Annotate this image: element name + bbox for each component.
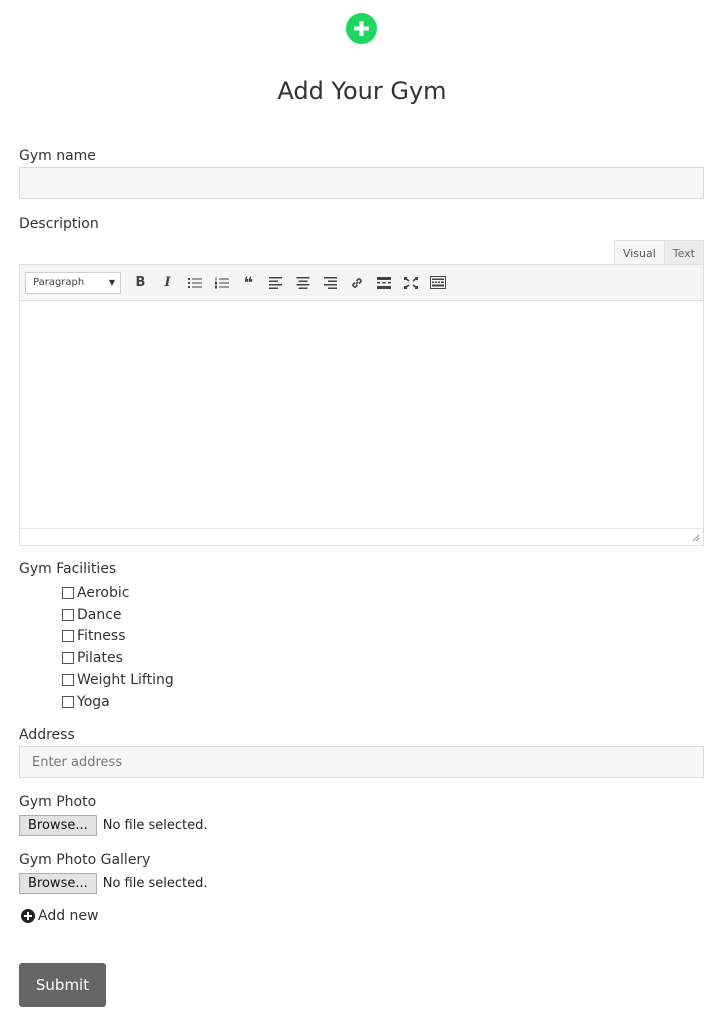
blockquote-icon: ❝ [243, 273, 254, 292]
read-more-button[interactable] [370, 270, 397, 296]
numbered-list-button[interactable] [208, 270, 235, 296]
facility-option-weight-lifting[interactable]: Weight Lifting [62, 669, 174, 691]
gym-photo-label: Gym Photo [19, 794, 97, 810]
address-label: Address [19, 727, 75, 743]
facility-option-yoga[interactable]: Yoga [62, 691, 174, 713]
align-center-button[interactable] [289, 270, 316, 296]
address-input[interactable] [19, 746, 704, 778]
add-new-label: Add new [38, 908, 99, 924]
plus-circle-icon [21, 909, 35, 923]
editor-mode-tabs: Visual Text [613, 240, 704, 265]
bulleted-list-button[interactable] [181, 270, 208, 296]
italic-icon: I [164, 275, 171, 290]
read-more-icon [376, 276, 391, 289]
resize-handle-icon[interactable] [691, 533, 700, 542]
facilities-checkbox-list: Aerobic Dance Fitness Pilates Weight Lif… [62, 582, 174, 713]
facility-option-dance[interactable]: Dance [62, 604, 174, 626]
align-right-button[interactable] [316, 270, 343, 296]
gym-photo-gallery-label: Gym Photo Gallery [19, 852, 151, 868]
link-icon [351, 277, 362, 288]
numbered-list-icon [214, 277, 229, 288]
checkbox[interactable] [62, 586, 74, 599]
link-button[interactable] [343, 270, 370, 296]
gym-photo-gallery-file-status: No file selected. [102, 876, 208, 891]
facility-option-label: Yoga [77, 693, 110, 710]
gym-photo-browse-button[interactable]: Browse... [19, 815, 97, 836]
description-textarea[interactable] [20, 301, 703, 529]
facility-option-label: Pilates [77, 650, 123, 667]
align-right-icon [323, 276, 337, 289]
facility-option-label: Fitness [77, 628, 126, 645]
fullscreen-button[interactable] [397, 270, 424, 296]
gym-photo-file-input: Browse... No file selected. [19, 815, 207, 836]
submit-button[interactable]: Submit [19, 963, 106, 1007]
align-left-button[interactable] [262, 270, 289, 296]
plus-icon [354, 21, 369, 36]
italic-button[interactable]: I [154, 270, 181, 296]
facility-option-aerobic[interactable]: Aerobic [62, 582, 174, 604]
description-label: Description [19, 216, 99, 232]
blockquote-button[interactable]: ❝ [235, 270, 262, 296]
tab-text[interactable]: Text [664, 240, 704, 265]
checkbox[interactable] [62, 608, 74, 621]
bold-button[interactable]: B [127, 270, 154, 296]
gym-photo-gallery-file-input: Browse... No file selected. [19, 873, 207, 894]
facility-option-label: Aerobic [77, 584, 130, 601]
align-left-icon [268, 276, 282, 289]
align-center-icon [296, 276, 309, 289]
page-title: Add Your Gym [277, 77, 447, 105]
checkbox[interactable] [62, 674, 74, 687]
fullscreen-icon [403, 276, 418, 289]
bulleted-list-icon [187, 277, 202, 288]
checkbox[interactable] [62, 652, 74, 665]
chevron-down-icon: ▼ [108, 278, 115, 287]
facility-option-label: Dance [77, 606, 122, 623]
facilities-label: Gym Facilities [19, 561, 117, 577]
add-gym-plus-icon [346, 13, 377, 44]
checkbox[interactable] [62, 630, 74, 643]
tab-visual[interactable]: Visual [613, 240, 665, 265]
gym-photo-gallery-browse-button[interactable]: Browse... [19, 873, 97, 894]
facility-option-fitness[interactable]: Fitness [62, 626, 174, 648]
format-select-value: Paragraph [33, 277, 85, 288]
toolbar-toggle-icon [429, 276, 446, 289]
editor-toolbar: Paragraph ▼ B I ❝ [20, 265, 703, 301]
gym-name-input[interactable] [19, 167, 704, 199]
facility-option-pilates[interactable]: Pilates [62, 647, 174, 669]
description-editor: Paragraph ▼ B I ❝ [19, 264, 704, 546]
bold-icon: B [135, 275, 146, 290]
facility-option-label: Weight Lifting [77, 672, 174, 689]
toolbar-toggle-button[interactable] [424, 270, 451, 296]
editor-statusbar [20, 528, 703, 545]
add-new-link[interactable]: Add new [21, 908, 99, 924]
format-select[interactable]: Paragraph ▼ [25, 271, 121, 294]
gym-name-label: Gym name [19, 148, 96, 164]
gym-photo-file-status: No file selected. [102, 818, 208, 833]
checkbox[interactable] [62, 695, 74, 708]
